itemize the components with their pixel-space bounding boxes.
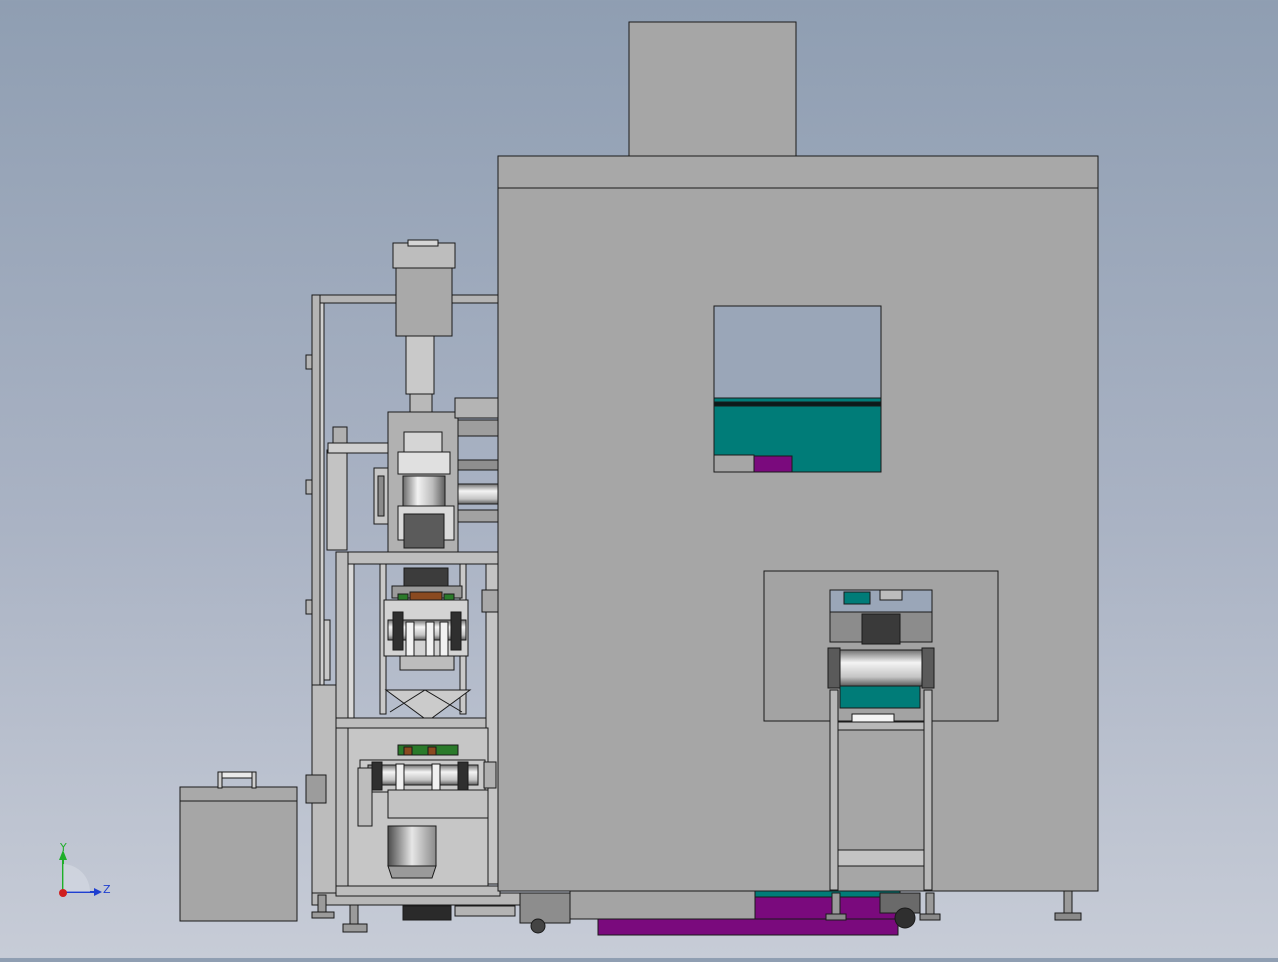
machine-drawing: Y Z [59,21,1099,936]
tool-box [179,771,298,922]
upper-window [713,305,882,473]
coordinate-triad-icon: Y Z [59,841,111,897]
triad-z-label: Z [103,883,111,896]
lower-window [763,570,999,723]
top-actuator [392,239,456,413]
upper-module [373,397,501,553]
cabinet-base [569,890,1082,936]
middle-station [383,567,499,719]
triad-y-label: Y [59,841,67,854]
cad-viewport[interactable]: Y Z [0,0,1278,958]
